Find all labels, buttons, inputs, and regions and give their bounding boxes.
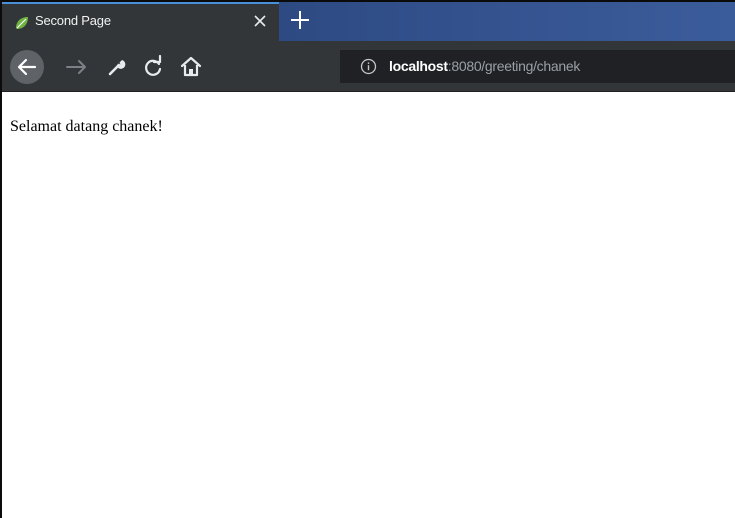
address-bar[interactable]: localhost:8080/greeting/chanek xyxy=(340,50,735,83)
info-icon[interactable] xyxy=(360,58,377,75)
url-text[interactable]: localhost:8080/greeting/chanek xyxy=(389,58,580,74)
url-host: localhost xyxy=(389,58,448,74)
wrench-icon[interactable] xyxy=(102,53,130,81)
reload-icon[interactable] xyxy=(139,53,167,81)
tab-strip: Second Page xyxy=(2,2,735,41)
browser-window: Second Page localhost:8080/greeting/chan… xyxy=(0,0,735,518)
url-path: :8080/greeting/chanek xyxy=(447,58,581,74)
plus-icon[interactable] xyxy=(287,7,313,33)
page-content: Selamat datang chanek! xyxy=(2,92,735,518)
home-icon[interactable] xyxy=(177,53,205,81)
spring-leaf-icon xyxy=(16,17,28,29)
tab-second-page[interactable]: Second Page xyxy=(2,2,279,41)
forward-arrow-icon[interactable] xyxy=(63,53,91,81)
navigation-toolbar: localhost:8080/greeting/chanek xyxy=(2,41,735,92)
greeting-text: Selamat datang chanek! xyxy=(10,118,163,135)
back-arrow-icon xyxy=(17,58,37,76)
tab-title: Second Page xyxy=(35,13,111,28)
back-button[interactable] xyxy=(10,50,44,84)
close-icon[interactable] xyxy=(250,11,270,31)
